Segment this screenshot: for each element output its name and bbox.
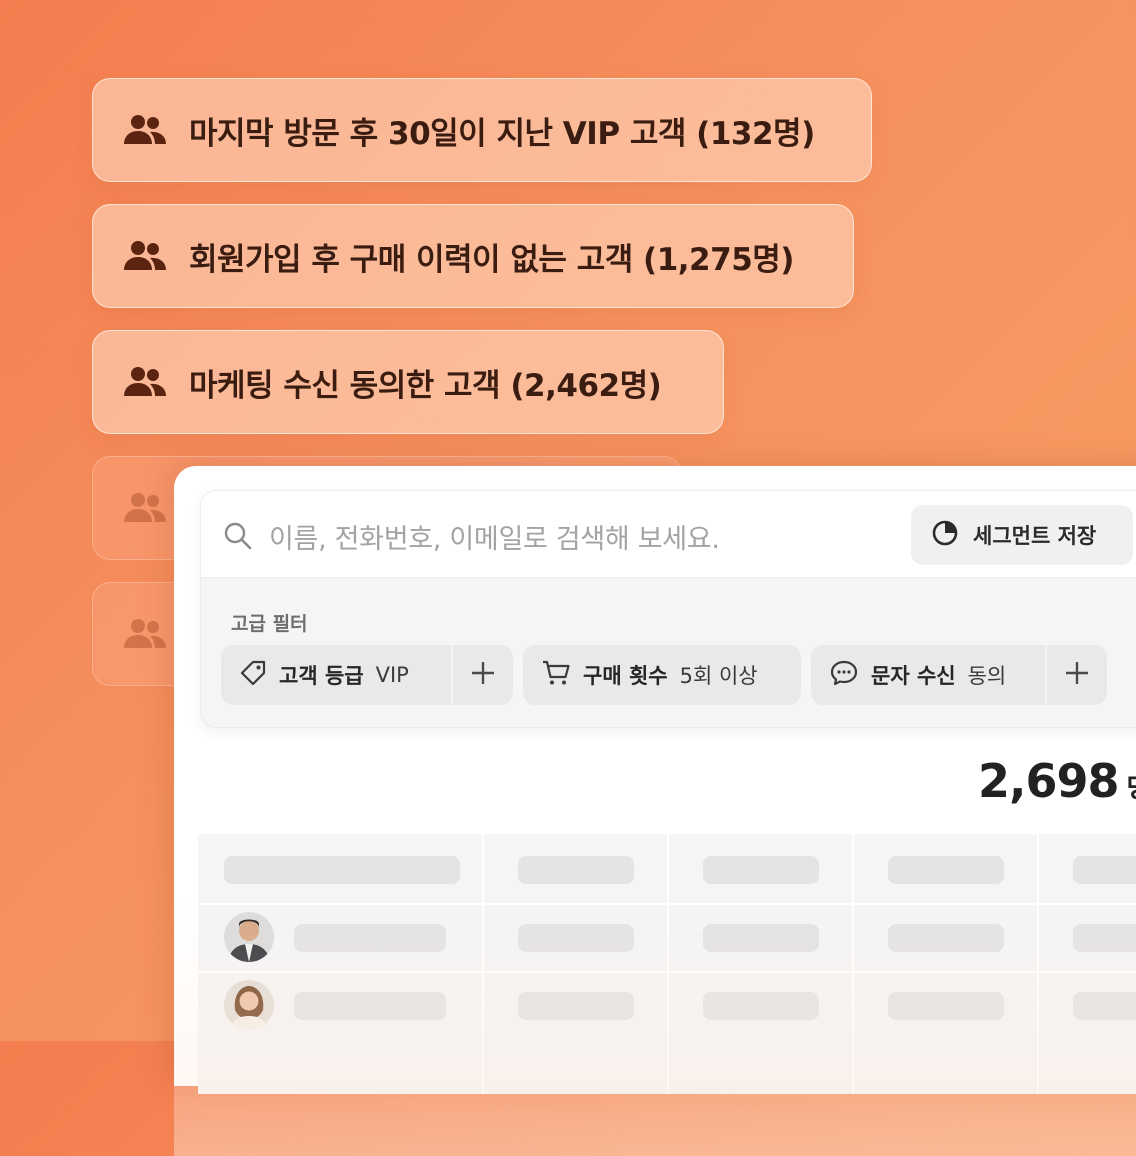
segment-chip-2[interactable]: 회원가입 후 구매 이력이 없는 고객 (1,275명) — [92, 204, 854, 308]
filter-chip-grade[interactable]: 고객 등급 VIP — [221, 645, 513, 705]
table-header-placeholder — [1073, 856, 1136, 884]
plus-icon — [470, 660, 496, 690]
table-cell-placeholder — [518, 992, 634, 1020]
add-filter-button[interactable] — [451, 645, 513, 705]
filter-value: 5회 이상 — [679, 664, 758, 688]
chat-bubble-icon — [829, 659, 859, 691]
filter-value: 동의 — [967, 664, 1007, 688]
users-icon — [123, 112, 167, 148]
segment-chip-3[interactable]: 마케팅 수신 동의한 고객 (2,462명) — [92, 330, 724, 434]
segment-chip-label: 마지막 방문 후 30일이 지난 VIP 고객 (132명) — [189, 115, 815, 152]
filter-chip-sms[interactable]: 문자 수신 동의 — [811, 645, 1107, 705]
table-cell-placeholder — [294, 992, 446, 1020]
table-header-placeholder — [224, 856, 460, 884]
segment-chip-label: 마케팅 수신 동의한 고객 (2,462명) — [189, 367, 662, 404]
cart-icon — [541, 659, 571, 691]
table-cell-placeholder — [703, 924, 819, 952]
customer-panel: 이름, 전화번호, 이메일로 검색해 보세요. 세그먼트 저장 고급 필터 고객… — [174, 466, 1136, 1156]
table-cell-placeholder — [888, 924, 1004, 952]
table-cell-placeholder — [703, 992, 819, 1020]
filter-chip-purchase-count[interactable]: 구매 횟수 5회 이상 — [523, 645, 801, 705]
avatar — [224, 980, 274, 1030]
table-cell-placeholder — [518, 924, 634, 952]
table-cell-placeholder — [888, 992, 1004, 1020]
table-cell-placeholder — [1073, 992, 1136, 1020]
filter-key: 구매 횟수 — [583, 664, 668, 688]
search-icon — [223, 521, 253, 555]
save-segment-button[interactable]: 세그먼트 저장 — [911, 505, 1133, 565]
tag-icon — [239, 659, 267, 691]
table-cell-placeholder — [1073, 924, 1136, 952]
customer-table — [198, 834, 1136, 1094]
pie-chart-icon — [931, 519, 959, 551]
result-count: 2,698명 — [978, 754, 1136, 808]
add-filter-button[interactable] — [1045, 645, 1107, 705]
filter-value: VIP — [375, 663, 409, 687]
result-count-unit: 명 — [1127, 774, 1136, 804]
users-icon — [123, 364, 167, 400]
plus-icon — [1064, 660, 1090, 690]
table-cell-placeholder — [294, 924, 446, 952]
result-count-value: 2,698 — [978, 754, 1120, 808]
advanced-filter-title: 고급 필터 — [231, 613, 308, 635]
filter-key: 고객 등급 — [279, 664, 364, 688]
table-header-placeholder — [518, 856, 634, 884]
users-icon — [123, 490, 167, 526]
segment-chip-1[interactable]: 마지막 방문 후 30일이 지난 VIP 고객 (132명) — [92, 78, 872, 182]
filter-key: 문자 수신 — [871, 664, 956, 688]
users-icon — [123, 616, 167, 652]
table-header-placeholder — [888, 856, 1004, 884]
segment-chip-label: 회원가입 후 구매 이력이 없는 고객 (1,275명) — [189, 241, 794, 278]
avatar — [224, 912, 274, 962]
users-icon — [123, 238, 167, 274]
save-segment-label: 세그먼트 저장 — [973, 524, 1097, 548]
table-header-placeholder — [703, 856, 819, 884]
search-bar[interactable]: 이름, 전화번호, 이메일로 검색해 보세요. 세그먼트 저장 — [201, 491, 1136, 578]
search-input[interactable]: 이름, 전화번호, 이메일로 검색해 보세요. — [269, 517, 720, 556]
filter-card: 이름, 전화번호, 이메일로 검색해 보세요. 세그먼트 저장 고급 필터 고객… — [200, 490, 1136, 728]
